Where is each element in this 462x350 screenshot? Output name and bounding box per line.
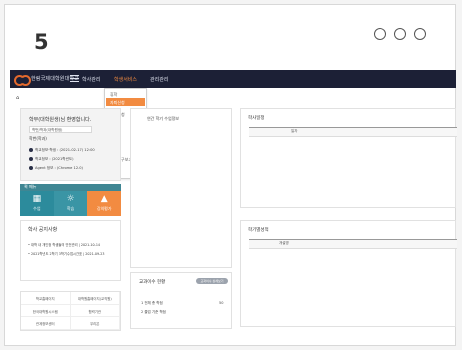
circle-icon[interactable]: [394, 28, 406, 40]
bullet-icon: [29, 148, 33, 152]
schedule-header-cell: 일자: [291, 129, 298, 133]
welcome-panel: 학부(대학원생)님 환영합니다. 학번/학과(대학원생) 학번(학과) 학교정보…: [20, 108, 121, 181]
link-item[interactable]: 학교홈페이지: [21, 292, 71, 305]
nav-item-academics[interactable]: 학사관리: [82, 76, 100, 83]
schedule-table-header: 일자: [249, 127, 457, 137]
welcome-title: 학부(대학원생)님 환영합니다.: [29, 117, 92, 123]
notice-title: 학사 공지사항: [28, 227, 58, 233]
student-select-field[interactable]: 학번/학과(대학원생): [29, 126, 92, 133]
schedule-title: 학사일정: [248, 116, 265, 121]
sun-icon: ☼: [66, 194, 75, 204]
bullet-icon: [29, 166, 33, 170]
logo-icon: [14, 74, 31, 86]
quick-menu-title: 퀵 메뉴: [20, 184, 121, 191]
quick-links: 학교홈페이지 대학원홈페이지(교직원) 한국대학원시스템 협력기관 관계정보센터…: [20, 291, 121, 331]
grade-header-cell: 개설명: [279, 241, 289, 245]
circle-icon[interactable]: [374, 28, 386, 40]
home-icon[interactable]: ⌂: [16, 95, 19, 101]
student-number: 학번(학과): [29, 136, 47, 141]
info-line: 학교정보 : (2021학년도): [29, 157, 74, 162]
grad-cap-icon: ▲: [100, 194, 108, 204]
link-item[interactable]: 우리은: [70, 317, 120, 330]
credit-row-label: 2 졸업 기준 학점: [141, 310, 166, 314]
circle-icon[interactable]: [414, 28, 426, 40]
notice-panel: 학사 공지사항 • 대학 내 개인정 학생들의 안전관리 | 2021-10-1…: [20, 220, 121, 281]
quick-menu: ▦ 수업 ☼ 학습 ▲ 강의평가: [20, 191, 122, 216]
grade-panel: 학기별성적 개설명: [240, 220, 457, 327]
grade-table-header: 개설명: [249, 239, 457, 249]
nav-item-student-service[interactable]: 학생서비스: [114, 76, 137, 83]
building-icon: ▦: [32, 194, 42, 204]
step-number: 5: [34, 30, 49, 54]
hamburger-menu-icon[interactable]: [70, 75, 79, 82]
credit-row-value: 50: [219, 301, 224, 305]
schedule-panel: 학사일정 일자: [240, 108, 457, 208]
credit-detail-button[interactable]: 교과이수 상세보기: [196, 278, 228, 284]
info-line: Agent 정보 : (Chrome 12.0): [29, 166, 83, 171]
notice-item[interactable]: • 2021학년도 2학기 3학기수업시간표 | 2021-09-23: [28, 251, 104, 256]
credit-title: 교과이수 현황: [139, 280, 166, 285]
dropdown-item-selected[interactable]: 자퇴신청: [110, 100, 125, 106]
quick-tile-evaluation[interactable]: ▲ 강의평가: [87, 191, 122, 216]
bullet-icon: [29, 157, 33, 161]
top-navigation: 한림국제대학원대학교 학사관리 학생서비스 관리관리: [10, 70, 456, 88]
credit-panel: 교과이수 현황 교과이수 상세보기 1 전체 총 학점 50 2 졸업 기준 학…: [130, 272, 232, 329]
grade-title: 학기별성적: [248, 228, 269, 233]
nav-item-admin[interactable]: 관리관리: [150, 76, 168, 83]
link-item[interactable]: 협력기관: [70, 304, 120, 318]
window-controls: [374, 28, 426, 40]
credit-row-label: 1 전체 총 학점: [141, 301, 163, 305]
notice-item[interactable]: • 대학 내 개인정 학생들의 안전관리 | 2021-10-14: [28, 242, 100, 247]
link-item[interactable]: 한국대학원시스템: [21, 304, 71, 318]
link-item[interactable]: 관계정보센터: [21, 317, 71, 330]
quick-tile-study[interactable]: ☼ 학습: [53, 191, 88, 216]
info-line: 학교정보·학생 : (2021-02-17) 12:00: [29, 148, 95, 153]
link-item[interactable]: 대학원홈페이지(교직원): [70, 292, 120, 305]
quick-tile-class[interactable]: ▦ 수업: [20, 191, 54, 216]
class-info-panel: 연간 학기 수업정보: [130, 108, 232, 268]
dropdown-item[interactable]: 휴학: [110, 92, 117, 98]
class-info-title: 연간 학기 수업정보: [147, 116, 179, 121]
